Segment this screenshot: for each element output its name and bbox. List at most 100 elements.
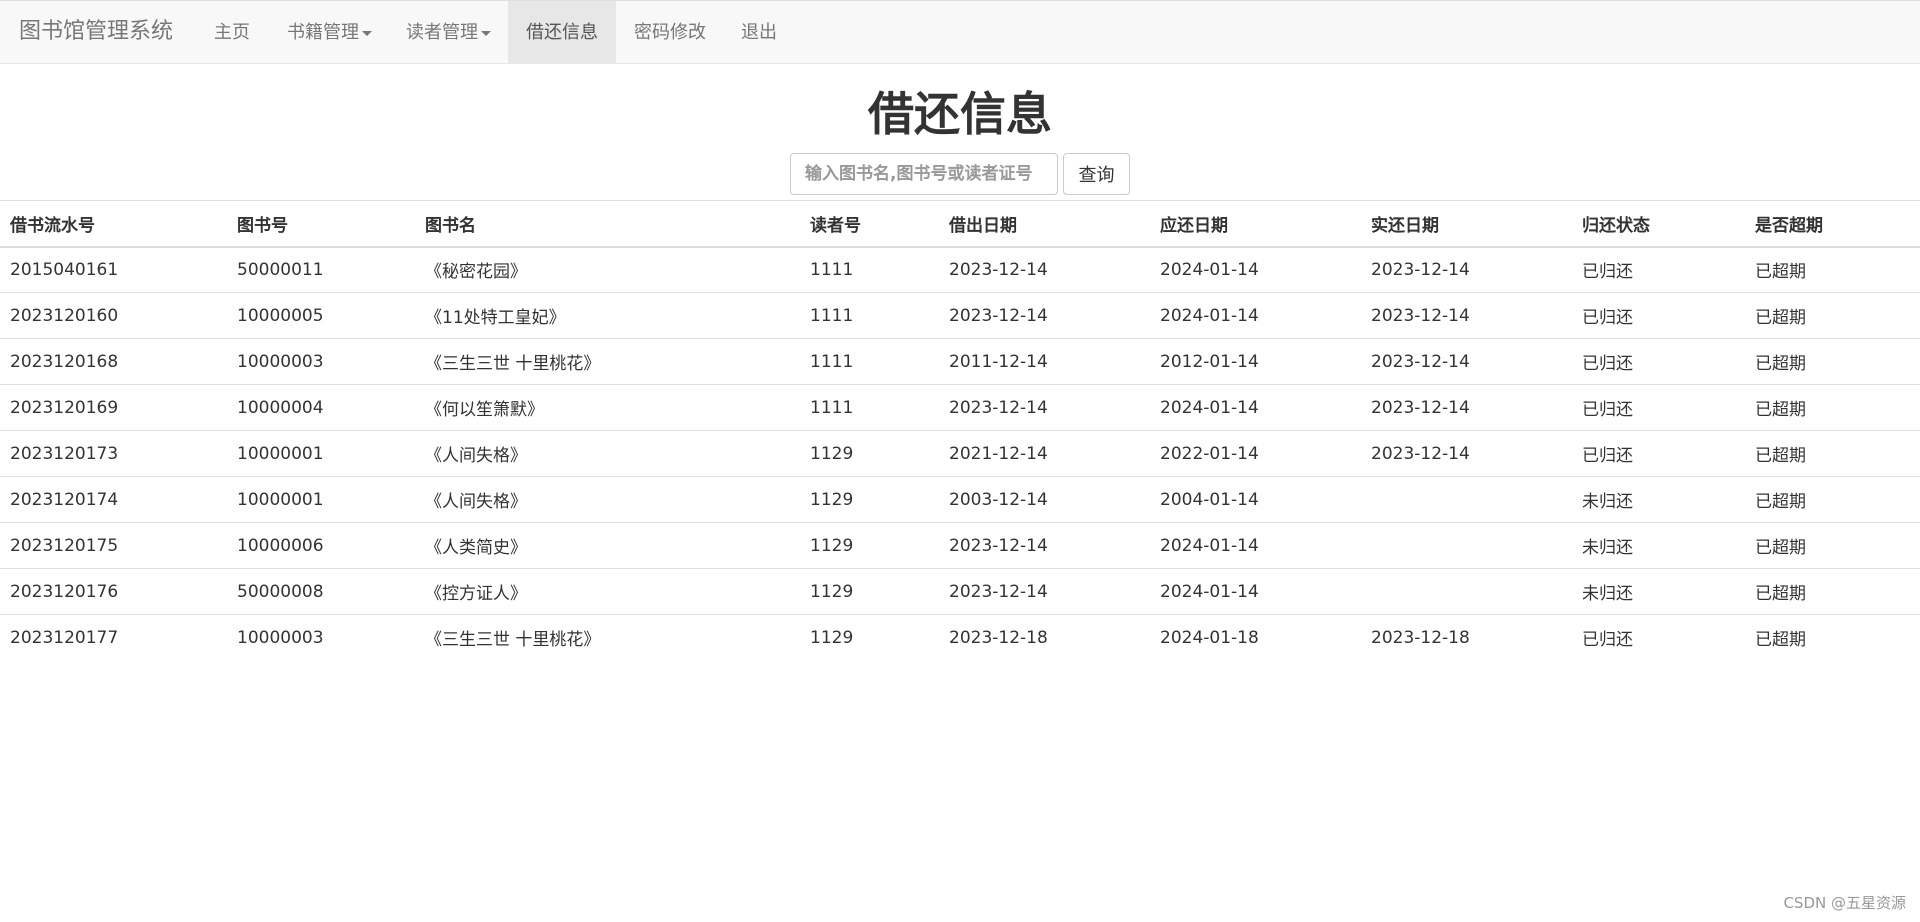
table-cell: 2023120174	[10, 489, 119, 510]
table-header-row: 借书流水号 图书号 图书名 读者号 借出日期 应还日期 实还日期 归还状态 是否超期	[0, 200, 1920, 247]
table-cell	[1361, 477, 1572, 523]
table-row: 2023120169 10000004 《何以笙箫默》 1111 2023-12-14 2…	[0, 384, 1920, 431]
column-header: 实还日期	[1371, 215, 1439, 236]
table-cell: 2022-01-14	[1160, 443, 1259, 464]
table-cell: 2023120175	[10, 535, 119, 556]
column-header: 归还状态	[1582, 215, 1650, 236]
nav-item-change-password[interactable]: 密码修改	[616, 1, 724, 64]
table-cell	[1361, 523, 1572, 569]
table-cell: 2024-01-14	[1160, 305, 1259, 326]
table-row: 2015040161 50000011 《秘密花园》 1111 2023-12-14 20…	[0, 246, 1920, 293]
table-cell: 2004-01-14	[1160, 489, 1259, 510]
table-cell: 1129	[810, 627, 854, 648]
table-cell: 2023120177	[10, 627, 119, 648]
table-body: 2015040161 50000011 《秘密花园》 1111 2023-12-14 20…	[0, 246, 1920, 661]
table-cell: 《控方证人》	[425, 584, 527, 604]
nav-item-label: 书籍管理	[287, 22, 359, 43]
table-cell: 2023120169	[10, 397, 119, 418]
table-cell: 1129	[810, 535, 854, 556]
nav-item-label: 退出	[741, 22, 777, 43]
nav-item-home[interactable]: 主页	[196, 1, 268, 64]
table-row: 2023120177 10000003 《三生三世 十里桃花》 1129 2023-12…	[0, 614, 1920, 661]
column-header: 借出日期	[949, 215, 1017, 236]
table-header: 借书流水号 图书号 图书名 读者号 借出日期 应还日期 实还日期 归还状态 是否超期	[0, 200, 1920, 247]
table-cell: 2023-12-14	[1371, 305, 1470, 326]
table-cell: 1129	[810, 443, 854, 464]
table-cell: 2024-01-14	[1160, 535, 1259, 556]
table-cell: 2003-12-14	[949, 489, 1048, 510]
nav-item-label: 借还信息	[526, 22, 598, 43]
table-cell: 2023-12-14	[1371, 397, 1470, 418]
table-cell: 2023-12-14	[949, 305, 1048, 326]
table-cell: 2023-12-14	[949, 259, 1048, 280]
table-cell: 《三生三世 十里桃花》	[425, 630, 601, 651]
table-cell: 50000008	[237, 581, 324, 602]
table-cell: 已超期	[1755, 538, 1806, 558]
table-cell: 1129	[810, 489, 854, 510]
table-cell: 《何以笙箫默》	[425, 400, 544, 420]
nav-item-label: 读者管理	[406, 22, 478, 43]
table-cell: 2023-12-14	[1371, 259, 1470, 280]
table-cell: 2024-01-14	[1160, 259, 1259, 280]
table-cell: 2011-12-14	[949, 351, 1048, 372]
table-cell: 《人间失格》	[425, 492, 527, 512]
table-cell: 10000001	[237, 443, 324, 464]
table-cell: 1111	[810, 397, 854, 418]
table-cell: 2023120168	[10, 351, 119, 372]
nav-item-borrow-return-info[interactable]: 借还信息	[508, 1, 616, 64]
table-cell: 2015040161	[10, 259, 119, 280]
brand-title[interactable]: 图书馆管理系统	[19, 18, 173, 46]
table-cell	[1361, 569, 1572, 615]
nav-item-label: 密码修改	[634, 22, 706, 43]
table-cell: 已超期	[1755, 354, 1806, 374]
table-cell: 已归还	[1582, 400, 1633, 420]
top-navbar: 图书馆管理系统 主页 书籍管理 读者管理 借还信息 密码修改 退出	[0, 0, 1920, 64]
table-row: 2023120173 10000001 《人间失格》 1129 2021-12-14 20…	[0, 430, 1920, 477]
table-row: 2023120175 10000006 《人类简史》 1129 2023-12-14 20…	[0, 522, 1920, 569]
table-cell: 50000011	[237, 259, 324, 280]
caret-down-icon	[481, 30, 491, 36]
table-cell: 已超期	[1755, 492, 1806, 512]
table-cell: 已超期	[1755, 262, 1806, 283]
column-header: 读者号	[810, 215, 861, 236]
table-cell: 2023-12-14	[1371, 351, 1470, 372]
table-cell: 已超期	[1755, 446, 1806, 466]
table-cell: 2024-01-14	[1160, 397, 1259, 418]
search-button[interactable]: 查询	[1063, 153, 1130, 195]
search-input[interactable]	[790, 153, 1058, 195]
table-row: 2023120160 10000005 《11处特工皇妃》 1111 2023-12-1…	[0, 292, 1920, 339]
column-header: 是否超期	[1755, 215, 1823, 236]
column-header: 图书名	[425, 215, 476, 236]
table-cell: 《人类简史》	[425, 538, 527, 558]
column-header: 借书流水号	[10, 215, 95, 236]
table-cell: 《秘密花园》	[425, 262, 527, 283]
borrow-records-table: 借书流水号 图书号 图书名 读者号 借出日期 应还日期 实还日期 归还状态 是否超期 20150…	[0, 200, 1920, 661]
table-cell: 已归还	[1582, 308, 1633, 328]
table-cell: 2023120160	[10, 305, 119, 326]
table-cell: 已超期	[1755, 400, 1806, 420]
nav-item-book-management[interactable]: 书籍管理	[269, 1, 390, 64]
table-cell: 1129	[810, 581, 854, 602]
table-cell: 《三生三世 十里桃花》	[425, 354, 601, 374]
table-cell: 1111	[810, 305, 854, 326]
table-cell: 2024-01-14	[1160, 581, 1259, 602]
table-cell: 已归还	[1582, 630, 1633, 651]
page-title: 借还信息	[868, 87, 1052, 141]
table-cell: 2021-12-14	[949, 443, 1048, 464]
table-cell: 已超期	[1755, 584, 1806, 604]
table-cell: 《人间失格》	[425, 446, 527, 466]
table-cell: 2023-12-14	[949, 397, 1048, 418]
table-cell: 未归还	[1582, 538, 1633, 558]
nav-item-logout[interactable]: 退出	[723, 1, 795, 64]
table-cell: 10000003	[237, 627, 324, 648]
table-cell: 1111	[810, 351, 854, 372]
table-cell: 10000001	[237, 489, 324, 510]
table-cell: 2023120173	[10, 443, 119, 464]
table-row: 2023120168 10000003 《三生三世 十里桃花》 1111 2011-12…	[0, 338, 1920, 385]
table-row: 2023120176 50000008 《控方证人》 1129 2023-12-14 20…	[0, 568, 1920, 615]
table-cell: 已归还	[1582, 354, 1633, 374]
watermark: CSDN @五星资源	[1783, 894, 1906, 912]
nav-item-label: 主页	[214, 22, 250, 43]
nav-item-reader-management[interactable]: 读者管理	[388, 1, 509, 64]
table-cell: 《11处特工皇妃》	[425, 308, 566, 328]
